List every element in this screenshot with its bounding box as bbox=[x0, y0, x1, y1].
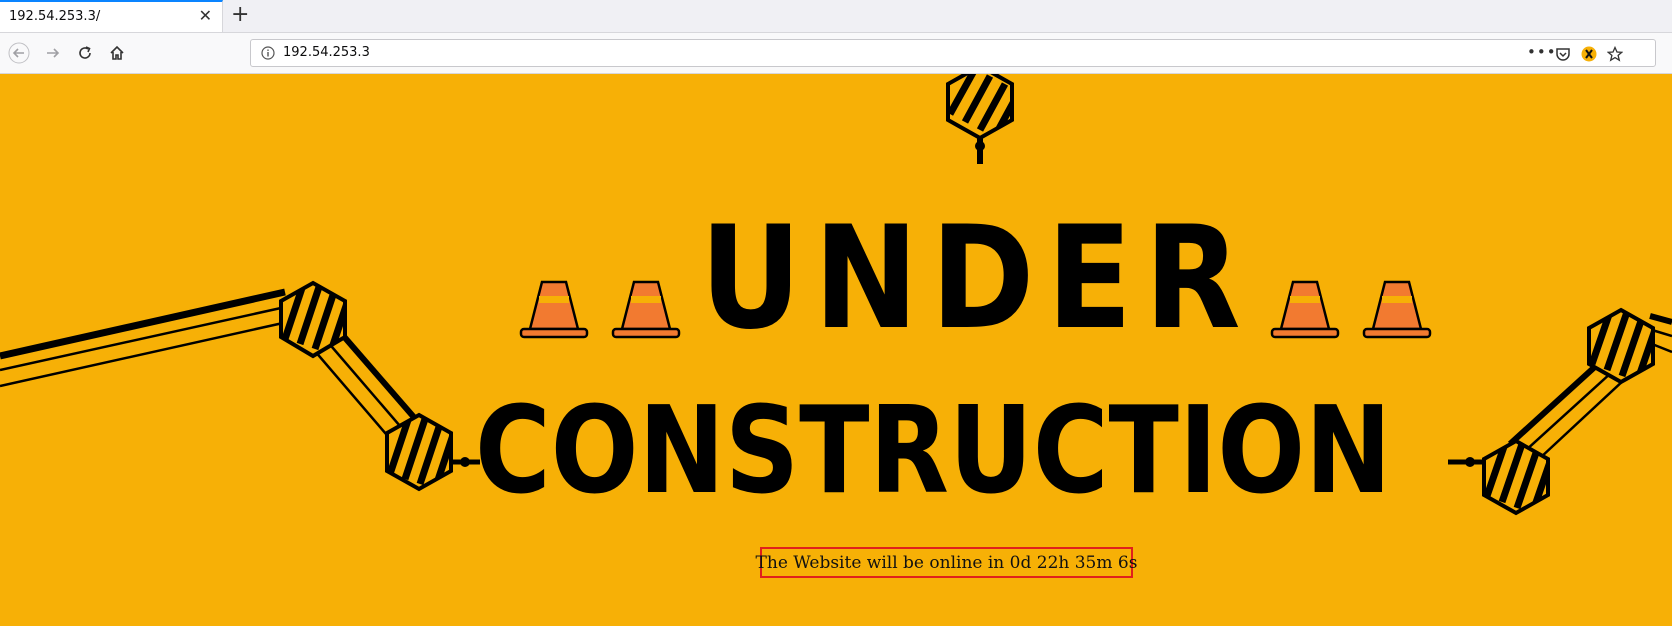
page-content: UNDER CONSTRUCTION The Website will be o… bbox=[0, 74, 1672, 626]
page-actions-icon[interactable]: ••• bbox=[1527, 43, 1557, 61]
heading-under-text: UNDER bbox=[700, 196, 1253, 361]
crane-hook bbox=[946, 74, 1014, 164]
right-crane-arm bbox=[1448, 307, 1672, 516]
home-icon[interactable] bbox=[104, 40, 130, 66]
url-bar[interactable]: 192.54.253.3 ••• bbox=[250, 39, 1656, 67]
new-tab-icon[interactable]: + bbox=[231, 3, 249, 27]
back-icon[interactable] bbox=[6, 40, 32, 66]
heading-construction-text: CONSTRUCTION bbox=[475, 382, 1392, 521]
left-crane-arm bbox=[0, 280, 480, 492]
reload-icon[interactable] bbox=[72, 40, 98, 66]
tab-strip: 192.54.253.3/ ✕ + bbox=[0, 0, 1672, 33]
forward-icon[interactable] bbox=[40, 40, 66, 66]
extension-icon[interactable] bbox=[1581, 46, 1597, 62]
heading-construction: CONSTRUCTION bbox=[475, 392, 1455, 512]
url-text: 192.54.253.3 bbox=[283, 45, 370, 60]
bookmark-star-icon[interactable] bbox=[1607, 46, 1623, 62]
nav-bar: 192.54.253.3 ••• bbox=[0, 33, 1672, 74]
tab-title: 192.54.253.3/ bbox=[9, 9, 101, 24]
browser-tab[interactable]: 192.54.253.3/ ✕ bbox=[0, 0, 223, 32]
close-tab-icon[interactable]: ✕ bbox=[199, 7, 212, 25]
info-icon[interactable] bbox=[261, 46, 275, 60]
heading-under: UNDER bbox=[700, 204, 1260, 354]
countdown-text: The Website will be online in 0d 22h 35m… bbox=[756, 547, 1137, 578]
pocket-icon[interactable] bbox=[1555, 46, 1571, 62]
